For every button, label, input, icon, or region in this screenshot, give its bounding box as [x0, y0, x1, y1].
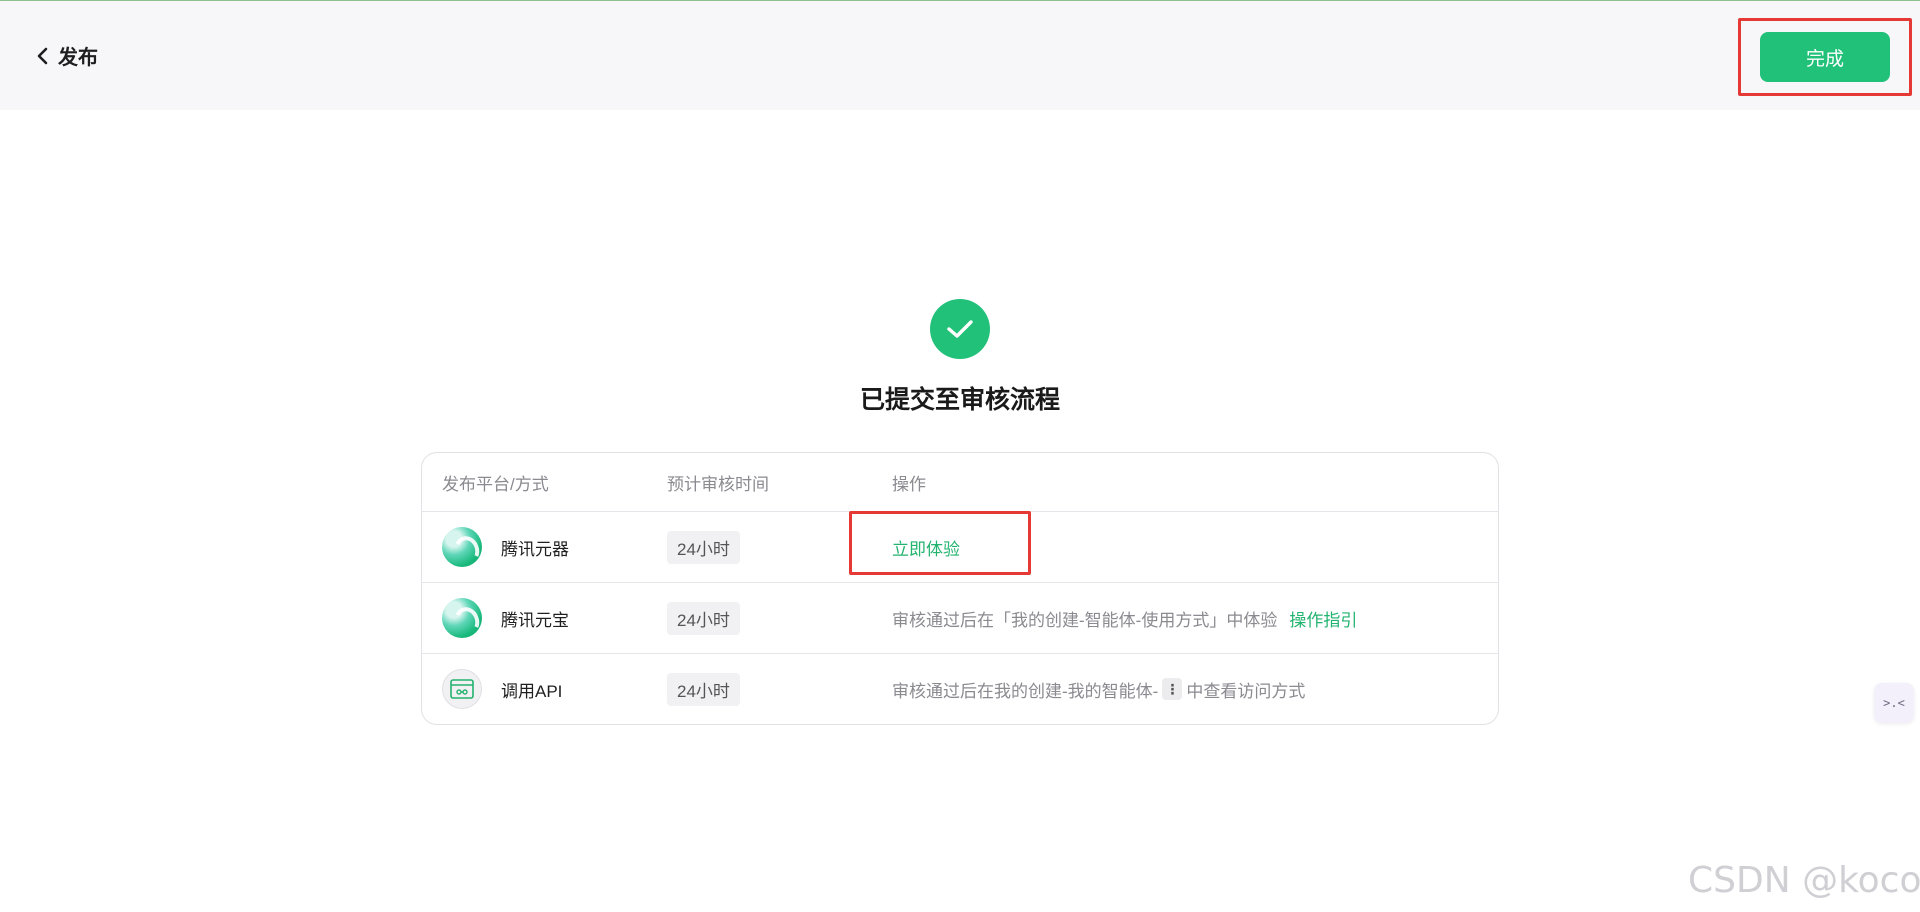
review-time-cell: 24小时	[667, 583, 740, 653]
action-cell: 审核通过后在我的创建-我的智能体- ⋮ 中查看访问方式	[892, 654, 1305, 724]
operation-guide-link[interactable]: 操作指引	[1289, 606, 1357, 631]
done-button-highlight-box	[1738, 18, 1912, 96]
column-header-action: 操作	[892, 474, 926, 494]
table-header: 发布平台/方式 预计审核时间 操作	[422, 453, 1498, 511]
success-check-icon	[930, 299, 990, 359]
platform-cell: 腾讯元器	[442, 512, 569, 582]
review-time-cell: 24小时	[667, 512, 740, 582]
status-title: 已提交至审核流程	[859, 386, 1060, 414]
review-time-badge: 24小时	[667, 530, 740, 564]
action-description-start: 审核通过后在我的创建-我的智能体-	[892, 681, 1159, 701]
review-time-badge: 24小时	[667, 672, 740, 706]
yuanqi-logo-icon	[442, 527, 482, 567]
review-time-badge: 24小时	[667, 601, 740, 635]
back-label: 发布	[58, 47, 98, 69]
top-bar: 发布 完成	[0, 0, 1920, 110]
yuanbao-logo-icon	[442, 598, 482, 638]
chevron-left-icon	[37, 47, 48, 64]
platform-name: 腾讯元宝	[501, 610, 569, 630]
floating-assistant-button[interactable]: >.<	[1874, 683, 1914, 723]
api-icon	[442, 669, 482, 709]
table-row: 调用API 24小时 审核通过后在我的创建-我的智能体- ⋮ 中查看访问方式	[422, 653, 1498, 724]
back-button[interactable]: 发布	[36, 41, 98, 70]
table-row: 腾讯元宝 24小时 审核通过后在「我的创建-智能体-使用方式」中体验 操作指引	[422, 582, 1498, 653]
watermark: CSDN @kocor	[1688, 860, 1920, 901]
more-options-icon: ⋮	[1162, 678, 1183, 700]
action-description-end: 中查看访问方式	[1186, 681, 1306, 701]
assistant-face-icon: >.<	[1883, 696, 1905, 710]
try-now-highlight-box	[849, 511, 1031, 575]
platform-cell: 腾讯元宝	[442, 583, 569, 653]
platform-name: 腾讯元器	[501, 539, 569, 559]
action-description: 审核通过后在「我的创建-智能体-使用方式」中体验	[892, 610, 1278, 630]
review-time-cell: 24小时	[667, 654, 740, 724]
column-header-review-time: 预计审核时间	[667, 474, 769, 494]
column-header-platform: 发布平台/方式	[442, 474, 549, 494]
publish-table: 发布平台/方式 预计审核时间 操作 腾讯元器 24小时 立即体验 腾讯元宝 24…	[421, 452, 1499, 725]
platform-name: 调用API	[501, 681, 563, 701]
platform-cell: 调用API	[442, 654, 562, 724]
action-cell: 审核通过后在「我的创建-智能体-使用方式」中体验 操作指引	[892, 583, 1357, 653]
